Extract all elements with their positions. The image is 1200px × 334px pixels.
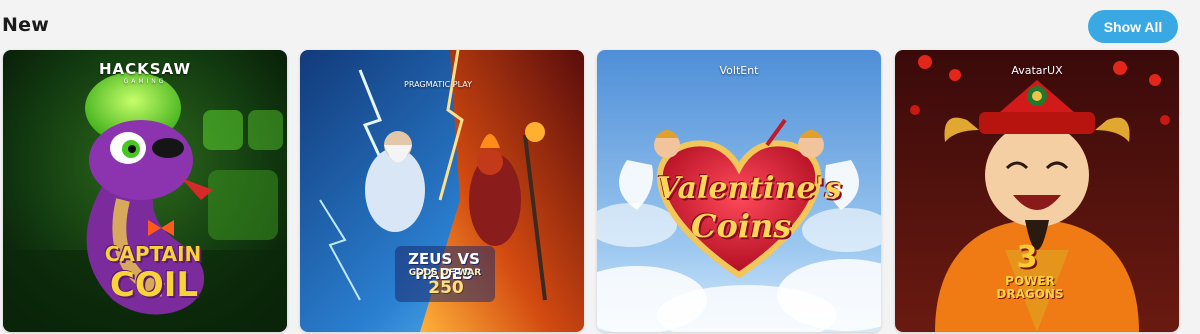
game-card-zeus-vs-hades[interactable]: PRAGMATIC PLAY ZEUS VS HADES GODS OF WAR…: [300, 50, 584, 332]
game-title: POWER: [1005, 274, 1055, 288]
game-edition: 250: [428, 278, 464, 298]
provider-label: HACKSAW GAMING: [98, 60, 192, 85]
provider-label: VoltEnt: [719, 64, 759, 77]
section-title: New: [2, 14, 49, 36]
show-all-button[interactable]: Show All: [1088, 10, 1178, 43]
game-subtitle: GODS OF WAR: [408, 268, 482, 278]
game-title: CAPTAIN: [104, 242, 202, 266]
game-card-3-power-dragons[interactable]: AvatarUX 3 POWER DRAGONS: [895, 50, 1179, 332]
game-card-valentines-coins[interactable]: VoltEnt Valentine's Coins: [597, 50, 881, 332]
game-title: 3: [1016, 240, 1038, 275]
game-title: COIL: [109, 265, 199, 305]
provider-label: PRAGMATIC PLAY: [404, 80, 472, 89]
game-card-captain-coil[interactable]: HACKSAW GAMING CAPTAIN COIL: [3, 50, 287, 332]
section-header: New Show All: [0, 0, 1200, 52]
game-title: DRAGONS: [996, 287, 1064, 301]
game-title: Valentine's: [657, 171, 842, 206]
provider-label: AvatarUX: [1011, 64, 1063, 77]
game-title: Coins: [691, 207, 792, 245]
